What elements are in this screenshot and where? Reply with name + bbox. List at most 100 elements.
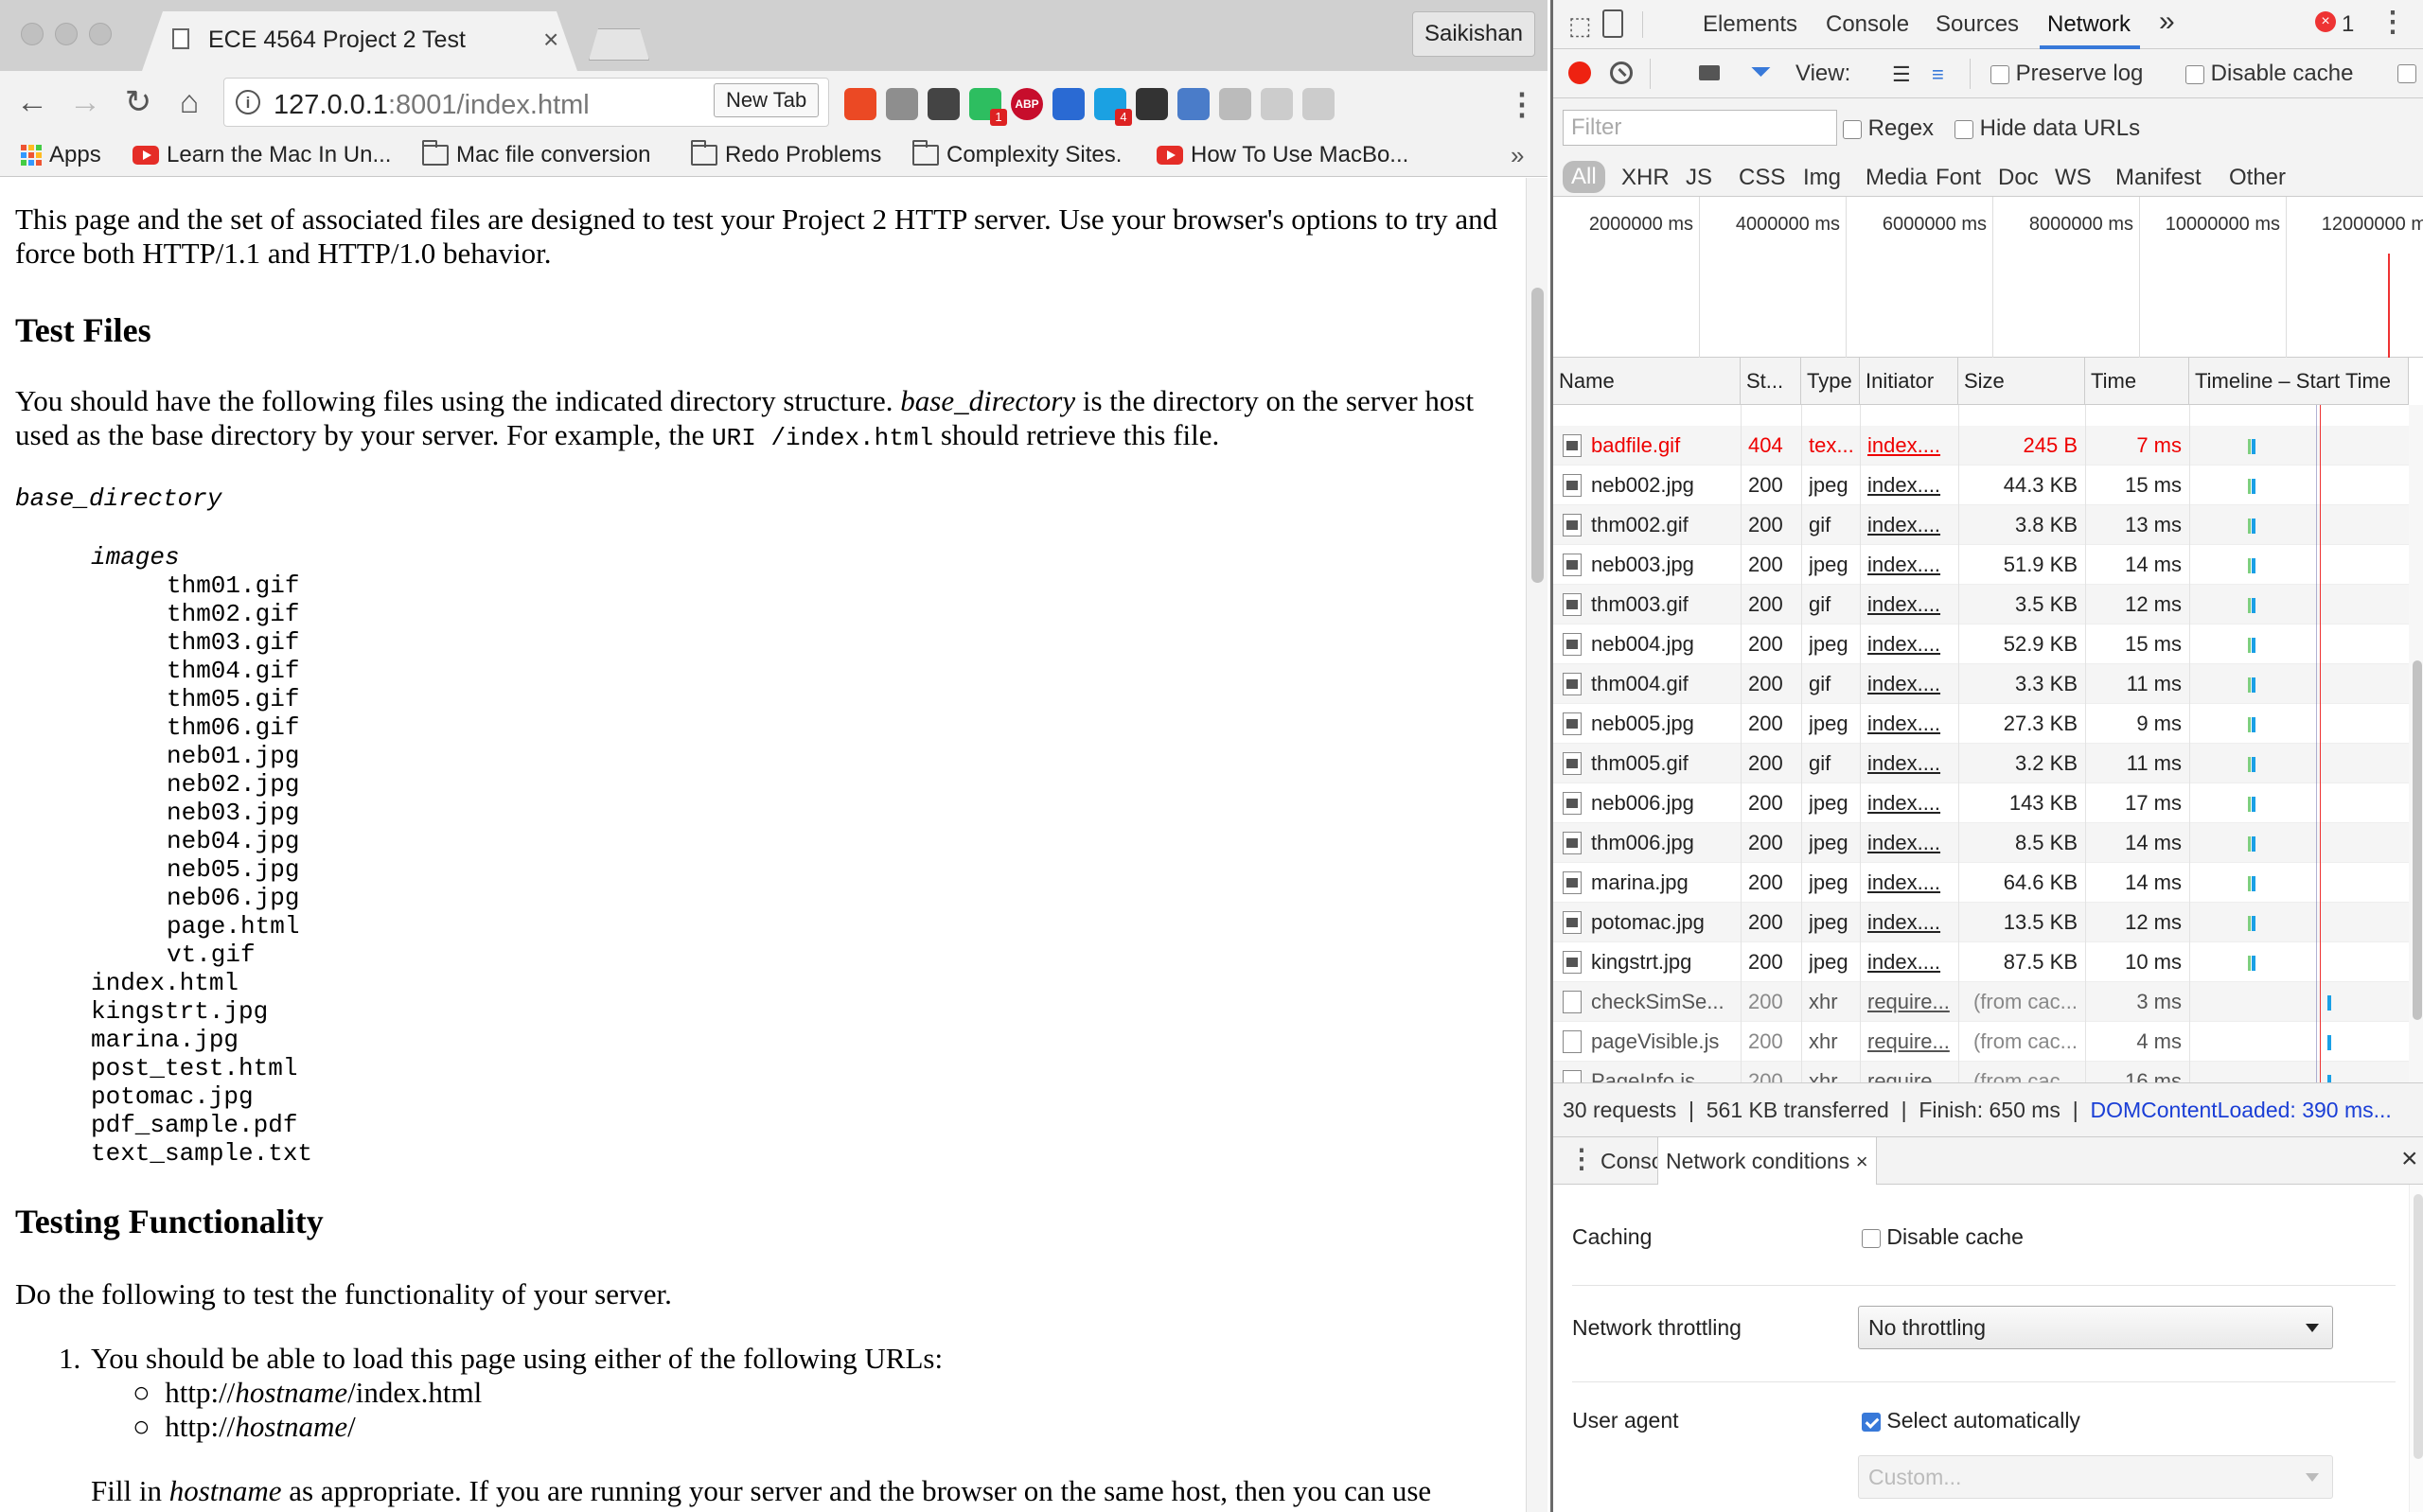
- octocat-icon[interactable]: [1136, 88, 1168, 120]
- bookmark-4[interactable]: Redo Problems: [691, 140, 881, 170]
- column-header-2[interactable]: St...: [1741, 358, 1801, 405]
- task-icon[interactable]: 4: [1094, 88, 1132, 126]
- tab-network[interactable]: Network: [2047, 11, 2131, 38]
- cell-name[interactable]: neb002.jpg: [1591, 466, 1733, 505]
- cell-initiator[interactable]: index....: [1867, 664, 1951, 704]
- error-icon[interactable]: ×: [2315, 11, 2336, 32]
- inspect-element-icon[interactable]: ⬚: [1568, 11, 1592, 41]
- cell-initiator[interactable]: index....: [1867, 426, 1951, 466]
- table-row[interactable]: neb004.jpg 200 jpeg index.... 52.9 KB 15 ms: [1553, 624, 2409, 664]
- nc-disable-cache-option[interactable]: Disable cache: [1862, 1224, 2024, 1250]
- table-row[interactable]: thm006.jpg 200 jpeg index.... 8.5 KB 14 ms: [1553, 823, 2409, 863]
- cell-initiator[interactable]: index....: [1867, 505, 1951, 545]
- type-filter-all[interactable]: All: [1563, 161, 1605, 193]
- column-header-5[interactable]: Size: [1958, 358, 2085, 405]
- type-filter-manifest[interactable]: Manifest: [2115, 165, 2202, 191]
- table-row[interactable]: thm005.gif 200 gif index.... 3.2 KB 11 ms: [1553, 744, 2409, 783]
- hide-data-urls-checkbox[interactable]: [1954, 119, 1973, 139]
- type-filter-js[interactable]: JS: [1686, 165, 1712, 191]
- bookmark-1[interactable]: Apps: [21, 140, 101, 170]
- nc-scrollbar[interactable]: [2409, 1185, 2423, 1512]
- type-filter-media[interactable]: Media: [1866, 165, 1927, 191]
- close-window-button[interactable]: [21, 23, 44, 45]
- throttling-select[interactable]: No throttling: [1858, 1306, 2333, 1349]
- close-drawer-tab-icon[interactable]: ×: [1856, 1150, 1868, 1173]
- cell-initiator[interactable]: index....: [1867, 704, 1951, 744]
- cell-name[interactable]: thm006.jpg: [1591, 823, 1733, 863]
- bookmark-5[interactable]: Complexity Sites.: [912, 140, 1122, 170]
- ua-auto-option[interactable]: Select automatically: [1862, 1408, 2080, 1433]
- page-scrollbar[interactable]: [1526, 178, 1548, 1512]
- offline-checkbox[interactable]: [2397, 64, 2416, 83]
- cell-initiator[interactable]: index....: [1867, 942, 1951, 982]
- requests-scrollbar-thumb[interactable]: [2413, 660, 2422, 1020]
- disable-cache-checkbox[interactable]: [2185, 64, 2204, 84]
- puzzle-icon[interactable]: [1302, 88, 1335, 120]
- nc-disable-cache-checkbox[interactable]: [1862, 1228, 1881, 1248]
- bookmark-6[interactable]: How To Use MacBo...: [1157, 140, 1408, 170]
- back-arrow-icon[interactable]: ←: [13, 84, 51, 122]
- screenshot-camera-icon[interactable]: [1699, 65, 1720, 80]
- adblock-plus-icon[interactable]: ABP: [1011, 88, 1043, 120]
- more-tabs-icon[interactable]: »: [2159, 6, 2175, 38]
- page-scrollbar-thumb[interactable]: [1531, 288, 1544, 583]
- cell-initiator[interactable]: require...: [1867, 1022, 1951, 1062]
- table-row[interactable]: badfile.gif 404 tex... index.... 245 B 7 ms: [1553, 426, 2409, 466]
- filter-input[interactable]: Filter: [1563, 110, 1837, 146]
- cell-initiator[interactable]: index....: [1867, 744, 1951, 783]
- type-filter-ws[interactable]: WS: [2055, 165, 2092, 191]
- tab-sources[interactable]: Sources: [1936, 11, 2019, 38]
- bookmark-2[interactable]: Learn the Mac In Un...: [133, 140, 391, 170]
- nc-scrollbar-thumb[interactable]: [2414, 1194, 2423, 1459]
- cell-name[interactable]: neb006.jpg: [1591, 783, 1733, 823]
- mail-checker-icon[interactable]: [886, 88, 918, 120]
- camera-icon[interactable]: [1219, 88, 1251, 120]
- disable-cache-option[interactable]: Disable cache: [2185, 61, 2353, 87]
- cell-initiator[interactable]: require...: [1867, 1062, 1951, 1082]
- drawer-tab-network-conditions[interactable]: Network conditions ×: [1657, 1137, 1877, 1186]
- cell-name[interactable]: pageVisible.js: [1591, 1022, 1733, 1062]
- tab-close-icon[interactable]: ×: [543, 25, 558, 55]
- table-row[interactable]: thm004.gif 200 gif index.... 3.3 KB 11 ms: [1553, 664, 2409, 704]
- column-header-7[interactable]: Timeline – Start Time: [2189, 358, 2409, 405]
- column-header-6[interactable]: Time: [2085, 358, 2189, 405]
- forward-arrow-icon[interactable]: →: [66, 84, 104, 122]
- table-row[interactable]: marina.jpg 200 jpeg index.... 64.6 KB 14 ms: [1553, 863, 2409, 903]
- cell-initiator[interactable]: index....: [1867, 863, 1951, 903]
- cell-name[interactable]: neb005.jpg: [1591, 704, 1733, 744]
- cell-initiator[interactable]: index....: [1867, 624, 1951, 664]
- cell-initiator[interactable]: index....: [1867, 823, 1951, 863]
- cell-initiator[interactable]: require...: [1867, 982, 1951, 1022]
- new-tab-button[interactable]: [589, 28, 649, 61]
- url-text[interactable]: 127.0.0.1:8001/index.html: [274, 90, 590, 121]
- column-header-3[interactable]: Type: [1801, 358, 1860, 405]
- type-filter-font[interactable]: Font: [1936, 165, 1981, 191]
- cell-name[interactable]: potomac.jpg: [1591, 903, 1733, 942]
- cell-initiator[interactable]: index....: [1867, 783, 1951, 823]
- cell-initiator[interactable]: index....: [1867, 903, 1951, 942]
- pin-icon[interactable]: [1261, 88, 1293, 120]
- type-filter-css[interactable]: CSS: [1739, 165, 1785, 191]
- close-drawer-icon[interactable]: ×: [2401, 1143, 2418, 1175]
- table-row[interactable]: pageVisible.js 200 xhr require... (from cac.…: [1553, 1022, 2409, 1062]
- cell-initiator[interactable]: index....: [1867, 585, 1951, 624]
- cell-name[interactable]: marina.jpg: [1591, 863, 1733, 903]
- filter-funnel-icon[interactable]: ⏷: [1750, 57, 1771, 88]
- reload-icon[interactable]: ↻: [119, 84, 157, 122]
- device-toolbar-icon[interactable]: [1602, 9, 1623, 38]
- more-bookmarks-icon[interactable]: »: [1511, 141, 1524, 170]
- cell-initiator[interactable]: index....: [1867, 545, 1951, 585]
- pocket-icon[interactable]: [928, 88, 960, 120]
- record-icon[interactable]: [1568, 62, 1591, 84]
- home-icon[interactable]: ⌂: [170, 84, 208, 122]
- zoom-window-button[interactable]: [89, 23, 112, 45]
- cell-name[interactable]: neb004.jpg: [1591, 624, 1733, 664]
- type-filter-other[interactable]: Other: [2229, 165, 2286, 191]
- cell-name[interactable]: badfile.gif: [1591, 426, 1733, 466]
- type-filter-doc[interactable]: Doc: [1998, 165, 2039, 191]
- table-row[interactable]: kingstrt.jpg 200 jpeg index.... 87.5 KB 10 ms: [1553, 942, 2409, 982]
- toggl-icon[interactable]: [1052, 88, 1085, 120]
- minimize-window-button[interactable]: [55, 23, 78, 45]
- type-filter-img[interactable]: Img: [1803, 165, 1841, 191]
- info-icon[interactable]: i: [236, 90, 260, 114]
